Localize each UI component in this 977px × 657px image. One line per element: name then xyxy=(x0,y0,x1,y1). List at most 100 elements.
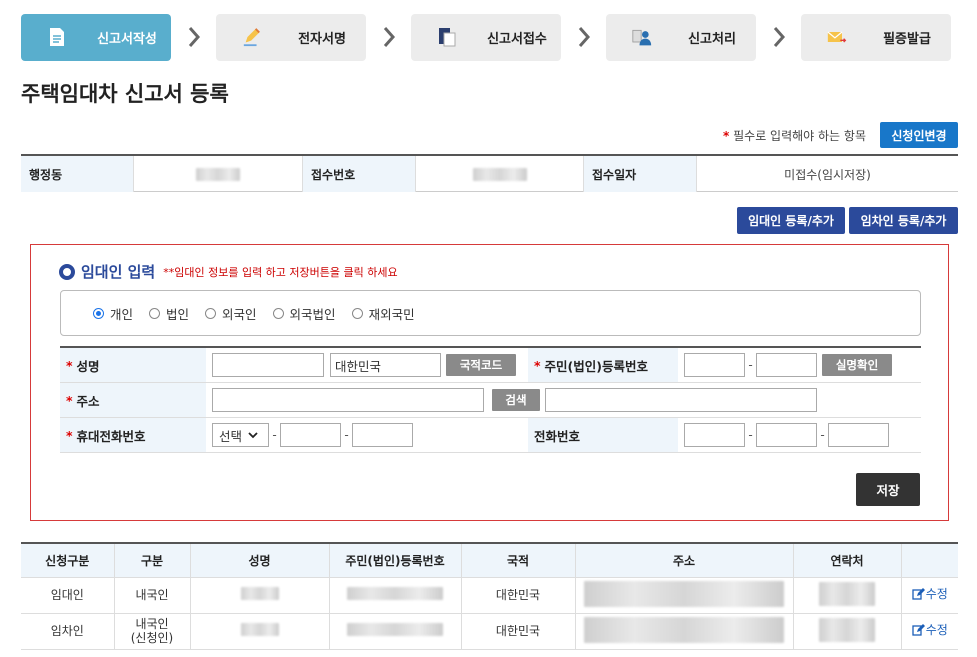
edit-link[interactable]: 수정 xyxy=(912,623,948,637)
cell-country: 대한민국 xyxy=(461,577,576,614)
circle-bullet-icon xyxy=(59,263,75,280)
table-row: 임차인 내국인 (신청인) 대한민국 수정 xyxy=(21,613,958,650)
dash: - xyxy=(748,358,753,372)
radio-label: 외국인 xyxy=(222,306,257,322)
step-label: 필증발급 xyxy=(883,31,931,47)
form-row-phone: * 휴대전화번호 선택 - - 전화번호 - - xyxy=(60,418,921,453)
cell-application-type: 임차인 xyxy=(21,613,115,650)
table-header-row: 신청구분 구분 성명 주민(법인)등록번호 국적 주소 연락처 xyxy=(21,543,958,578)
envelope-icon xyxy=(827,26,847,48)
reg-no-back-input[interactable] xyxy=(756,353,817,377)
step-issue[interactable]: 필증발급 xyxy=(801,13,951,61)
address-search-button[interactable]: 검색 xyxy=(492,389,540,411)
required-note-text: 필수로 입력해야 하는 항목 xyxy=(733,129,866,143)
lessor-panel-header: 임대인 입력 **임대인 정보를 입력 하고 저장버튼을 클릭 하세요 xyxy=(59,261,398,282)
radio-foreigner[interactable]: 외국인 xyxy=(205,304,257,323)
kind-sub-text: (신청인) xyxy=(130,631,174,645)
person-icon xyxy=(632,26,652,48)
edit-link[interactable]: 수정 xyxy=(912,587,948,601)
change-applicant-button[interactable]: 신청인변경 xyxy=(880,122,958,148)
address-label: * 주소 xyxy=(60,383,206,417)
name-label: * 성명 xyxy=(60,348,206,382)
mobile-cell: 선택 - - xyxy=(206,418,528,452)
country-input[interactable]: 대한민국 xyxy=(330,353,441,377)
col-country: 국적 xyxy=(461,543,576,578)
select-value: 선택 xyxy=(219,428,243,444)
receipt-date-value: 미접수(임시저장) xyxy=(784,167,871,182)
country-code-button[interactable]: 국적코드 xyxy=(446,354,516,376)
step-label: 신고처리 xyxy=(688,31,736,47)
radio-label: 법인 xyxy=(166,306,190,322)
radio-label: 외국법인 xyxy=(289,306,336,322)
lessor-form: * 성명 대한민국 국적코드 * 주민(법인)등록번호 - 실명확인 * 주소 … xyxy=(60,346,921,453)
lessor-type-radio-group: 개인 법인 외국인 외국법인 재외국민 xyxy=(60,290,921,336)
save-button[interactable]: 저장 xyxy=(856,473,920,506)
col-address: 주소 xyxy=(575,543,794,578)
step-write[interactable]: 신고서작성 xyxy=(21,13,171,61)
receipt-info-table: 행정동 접수번호 접수일자 미접수(임시저장) xyxy=(21,154,958,192)
radio-overseas-korean[interactable]: 재외국민 xyxy=(351,304,415,323)
mobile-middle-input[interactable] xyxy=(280,423,341,447)
dash: - xyxy=(748,428,753,442)
pen-icon xyxy=(242,26,262,48)
step-receive[interactable]: 신고서접수 xyxy=(411,13,561,61)
lessor-input-panel: 임대인 입력 **임대인 정보를 입력 하고 저장버튼을 클릭 하세요 개인 법… xyxy=(30,244,949,521)
cell-reg-no xyxy=(329,577,462,614)
name-input[interactable] xyxy=(212,353,324,377)
cell-reg-no xyxy=(329,613,462,650)
cell-name xyxy=(190,577,330,614)
cell-application-type: 임대인 xyxy=(21,577,115,614)
form-row-name: * 성명 대한민국 국적코드 * 주민(법인)등록번호 - 실명확인 xyxy=(60,348,921,383)
receipt-no-label: 접수번호 xyxy=(303,156,416,192)
kind-text: 내국인 xyxy=(135,617,169,631)
add-lessor-button[interactable]: 임대인 등록/추가 xyxy=(737,207,845,234)
radio-unchecked-icon xyxy=(272,307,284,319)
address-detail-input[interactable] xyxy=(545,388,817,412)
cell-action: 수정 xyxy=(901,613,958,650)
cell-kind: 내국인 xyxy=(114,577,191,614)
document-icon xyxy=(47,26,67,48)
cell-kind: 내국인 (신청인) xyxy=(114,613,191,650)
address-input[interactable] xyxy=(212,388,484,412)
required-star: * xyxy=(66,427,73,443)
required-star: * xyxy=(534,357,541,373)
verify-name-button[interactable]: 실명확인 xyxy=(822,354,892,376)
radio-unchecked-icon xyxy=(149,307,161,319)
radio-label: 개인 xyxy=(110,306,134,322)
lessor-panel-hint: **임대인 정보를 입력 하고 저장버튼을 클릭 하세요 xyxy=(163,265,398,279)
reg-no-label: * 주민(법인)등록번호 xyxy=(528,348,678,382)
progress-steps: 신고서작성 전자서명 신고서접수 신고처리 필증발급 xyxy=(21,13,951,61)
radio-corporation[interactable]: 법인 xyxy=(149,304,189,323)
col-name: 성명 xyxy=(190,543,330,578)
add-lessee-button[interactable]: 임차인 등록/추가 xyxy=(849,207,958,234)
phone-last-input[interactable] xyxy=(828,423,889,447)
cell-name xyxy=(190,613,330,650)
chevron-right-icon xyxy=(366,26,411,48)
reg-no-front-input[interactable] xyxy=(684,353,745,377)
cell-contact xyxy=(793,613,902,650)
chevron-right-icon xyxy=(756,26,801,48)
phone-middle-input[interactable] xyxy=(756,423,817,447)
radio-individual[interactable]: 개인 xyxy=(93,304,133,323)
phone-area-input[interactable] xyxy=(684,423,745,447)
col-application-type: 신청구분 xyxy=(21,543,115,578)
required-star: * xyxy=(723,129,730,143)
receipt-no-value xyxy=(416,156,584,192)
cell-country: 대한민국 xyxy=(461,613,576,650)
edit-label: 수정 xyxy=(925,586,948,601)
edit-pencil-icon xyxy=(912,624,925,636)
col-kind: 구분 xyxy=(114,543,191,578)
radio-unchecked-icon xyxy=(351,307,363,319)
step-sign[interactable]: 전자서명 xyxy=(216,13,366,61)
step-label: 전자서명 xyxy=(298,31,346,47)
radio-label: 재외국민 xyxy=(368,306,415,322)
edit-label: 수정 xyxy=(925,622,948,637)
col-action xyxy=(901,543,958,578)
edit-pencil-icon xyxy=(912,588,925,600)
step-process[interactable]: 신고처리 xyxy=(606,13,756,61)
radio-foreign-corporation[interactable]: 외국법인 xyxy=(272,304,336,323)
mobile-last-input[interactable] xyxy=(352,423,413,447)
mobile-prefix-select[interactable]: 선택 xyxy=(212,423,269,447)
step-label: 신고서접수 xyxy=(487,31,547,47)
cell-address xyxy=(575,577,794,614)
